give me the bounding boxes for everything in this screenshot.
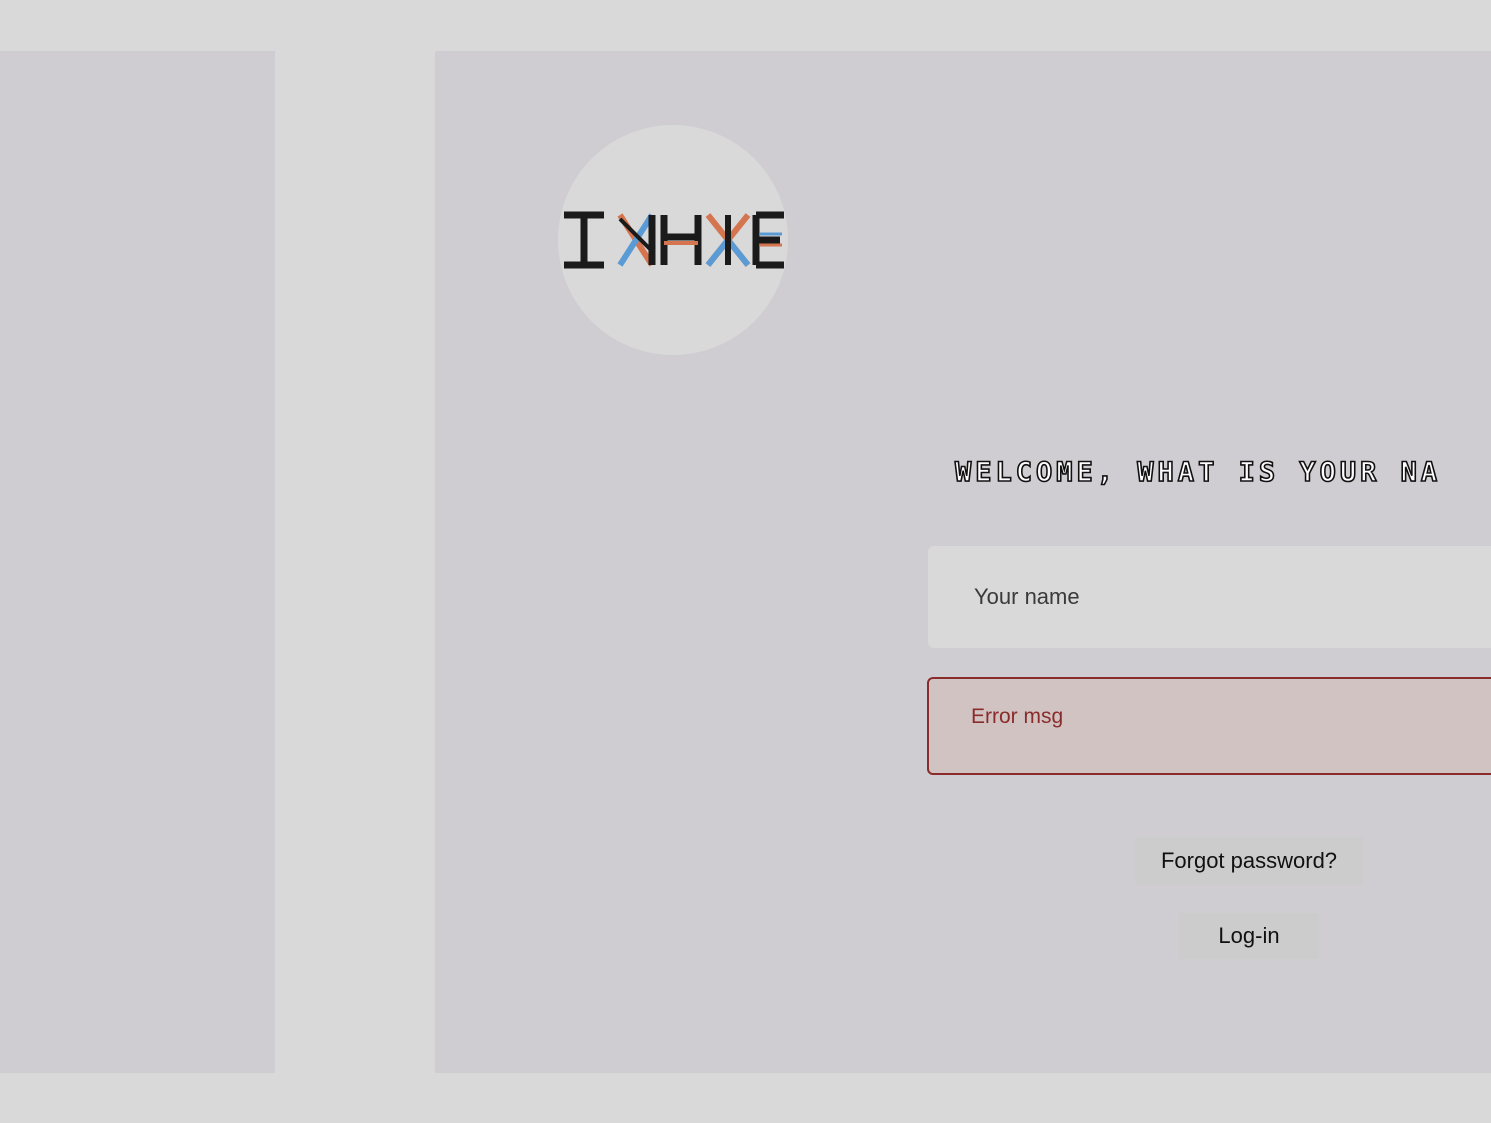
login-page: WELCOME, WHAT IS YOUR NA Error msg Forgo… [0,0,1491,1123]
login-button[interactable]: Log-in [1179,913,1319,959]
main-panel: WELCOME, WHAT IS YOUR NA Error msg Forgo… [435,51,1491,1073]
error-message: Error msg [971,705,1064,728]
logo [558,125,788,355]
logo-mark-icon [564,211,784,269]
error-message-box: Error msg [927,677,1491,775]
forgot-password-button[interactable]: Forgot password? [1135,837,1363,885]
left-side-panel [0,51,275,1073]
welcome-heading: WELCOME, WHAT IS YOUR NA [954,456,1442,489]
name-input[interactable] [928,546,1491,648]
